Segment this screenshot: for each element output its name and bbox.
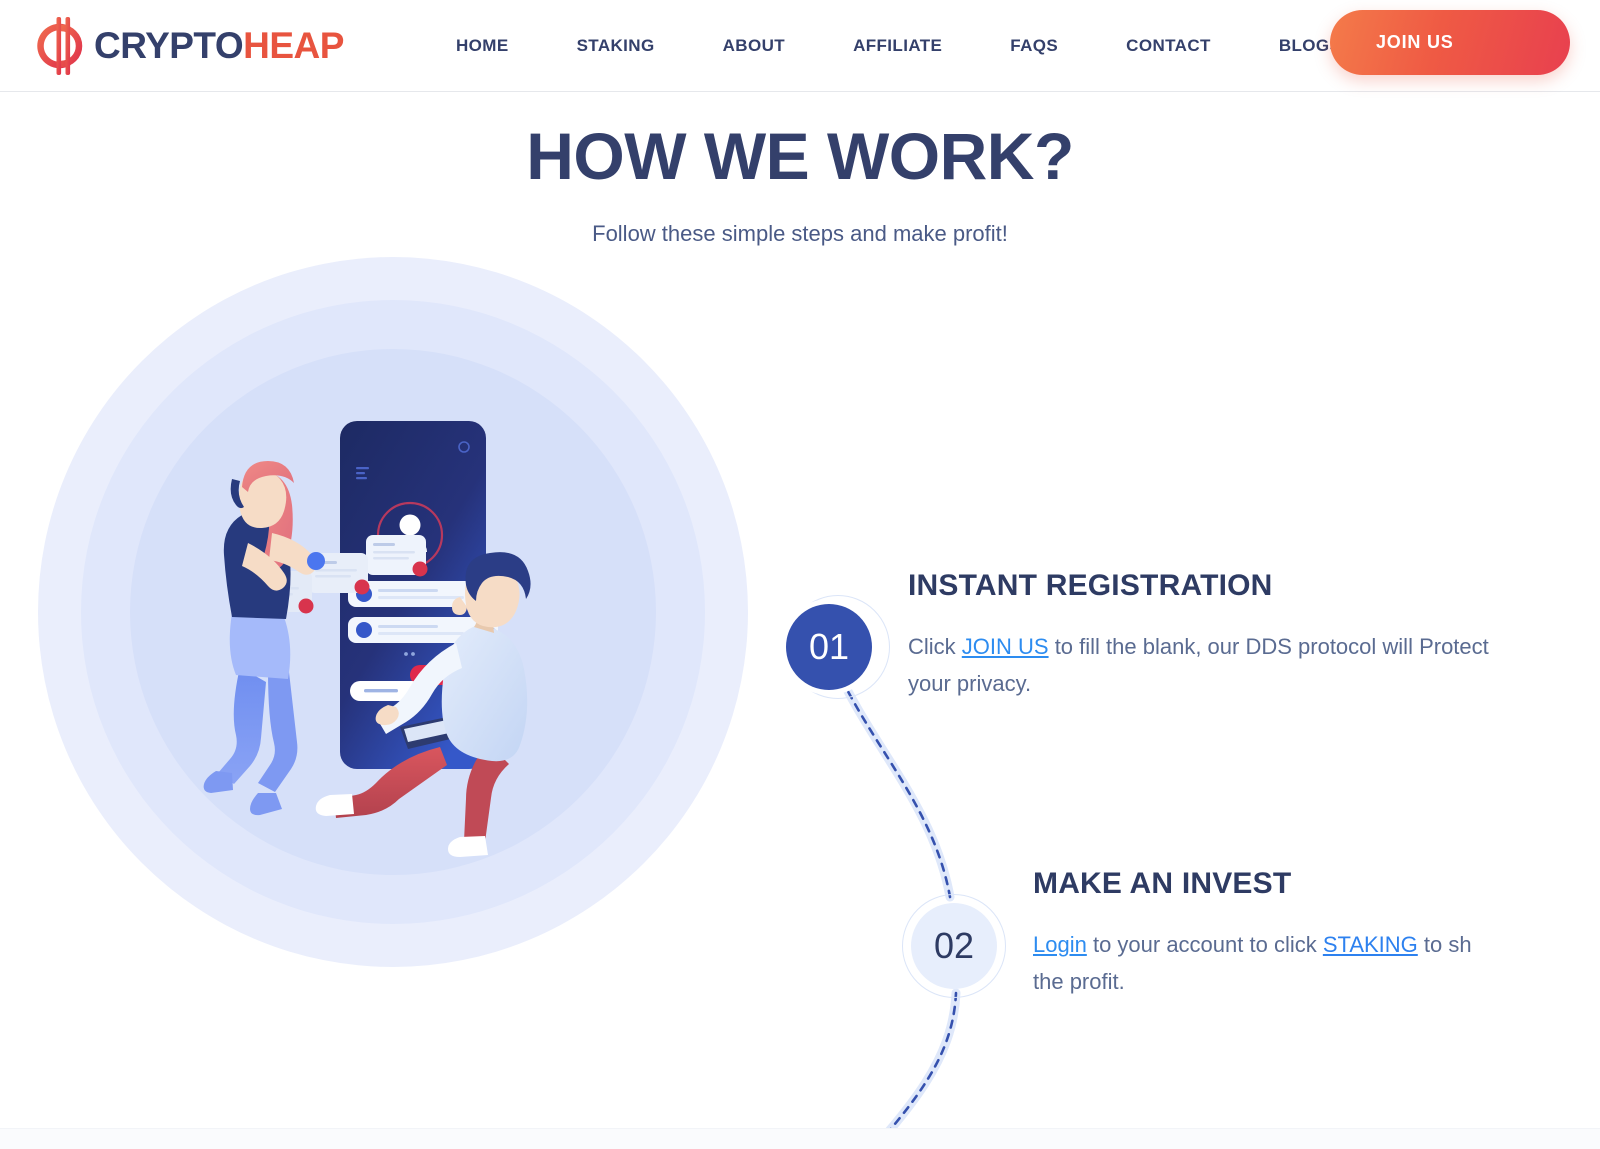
step-2-text-mid: to your account to click — [1086, 932, 1323, 958]
step-2-description: Login to your account to click STAKING t… — [1033, 927, 1593, 1001]
step-2-number-badge: 02 — [911, 903, 997, 990]
brand-text-part1: CRYPTO — [94, 25, 244, 66]
how-we-work-body: 01 INSTANT REGISTRATION Click JOIN US to… — [0, 247, 1600, 1149]
nav-item-about[interactable]: ABOUT — [723, 26, 785, 66]
join-us-button[interactable]: JOIN US — [1330, 10, 1570, 75]
nav-item-contact[interactable]: CONTACT — [1126, 26, 1211, 66]
step-1-title: INSTANT REGISTRATION — [908, 569, 1273, 603]
step-2-text-after: to sh — [1417, 932, 1472, 958]
step-1-number-badge: 01 — [786, 604, 872, 691]
step-1-content: INSTANT REGISTRATION Click JOIN US to fi… — [908, 569, 1528, 703]
nav-item-staking[interactable]: STAKING — [577, 26, 655, 66]
nav-item-home[interactable]: HOME — [456, 26, 509, 66]
step-1-link-join-us[interactable]: JOIN US — [962, 634, 1049, 659]
step-1-description: Click JOIN US to fill the blank, our DDS… — [908, 629, 1528, 703]
nav-item-affiliate[interactable]: AFFILIATE — [853, 26, 942, 66]
brand-text-part2: HEAP — [243, 25, 344, 66]
main-navigation: HOME STAKING ABOUT AFFILIATE FAQS CONTAC… — [456, 26, 1445, 66]
step-2-description-line-2: the profit. — [1033, 969, 1125, 995]
section-header: HOW WE WORK? Follow these simple steps a… — [0, 92, 1600, 247]
step-1-text-before: Click — [908, 634, 962, 660]
brand-logo-link[interactable]: CRYPTOHEAP — [32, 15, 344, 77]
page-title: HOW WE WORK? — [526, 119, 1074, 193]
step-2-content: MAKE AN INVEST Login to your account to … — [1033, 867, 1593, 1001]
page-bottom-strip — [0, 1128, 1600, 1149]
page-subtitle: Follow these simple steps and make profi… — [592, 221, 1008, 247]
step-2-link-login[interactable]: Login — [1033, 932, 1087, 957]
site-header: CRYPTOHEAP HOME STAKING ABOUT AFFILIATE … — [0, 0, 1600, 92]
step-2-title: MAKE AN INVEST — [1033, 867, 1292, 901]
crypto-coin-logo-icon — [37, 16, 83, 75]
page-stage: CRYPTOHEAP HOME STAKING ABOUT AFFILIATE … — [0, 0, 1600, 1149]
step-2-link-staking[interactable]: STAKING — [1323, 932, 1418, 957]
nav-item-faqs[interactable]: FAQS — [1010, 26, 1058, 66]
brand-text: CRYPTOHEAP — [94, 27, 344, 64]
steps-list: 01 INSTANT REGISTRATION Click JOIN US to… — [0, 247, 1600, 1149]
step-2-description-line-1: Login to your account to click STAKING t… — [1033, 927, 1600, 964]
